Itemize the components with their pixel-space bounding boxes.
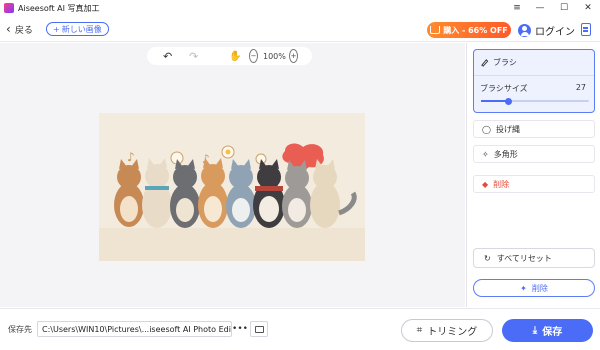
brush-size-label: ブラシサイズ <box>480 84 528 93</box>
zoom-in-icon[interactable]: + <box>289 49 298 63</box>
brush-size-slider[interactable] <box>481 97 589 105</box>
reset-all-label: すべてリセット <box>496 253 552 263</box>
cat-figure <box>253 159 285 228</box>
download-icon: ⤓ <box>532 325 538 336</box>
buy-button[interactable]: 購入 - 66% OFF <box>427 22 511 38</box>
folder-icon <box>254 325 264 333</box>
cat-figure <box>282 160 312 228</box>
redo-icon[interactable]: ↷ <box>189 49 198 63</box>
back-button[interactable]: ‹ 戻る <box>6 20 33 38</box>
save-path-field[interactable]: C:\Users\WIN10\Pictures\...iseesoft AI P… <box>37 321 232 337</box>
eraser-icon: ◆ <box>482 179 489 189</box>
remove-label: 削除 <box>531 283 548 293</box>
title-bar: Aiseesoft AI 写真加工 ≡ — ☐ ✕ <box>0 0 600 16</box>
canvas-area[interactable]: ↶ ↷ ✋ − 100% + ♪ ♪ <box>0 43 465 307</box>
document-icon[interactable] <box>581 23 591 36</box>
brush-icon <box>481 59 489 67</box>
cart-icon <box>430 26 441 34</box>
login-label: ログイン <box>535 26 575 38</box>
polygon-icon: ✧ <box>482 149 489 159</box>
music-note-icon: ♪ <box>127 150 135 164</box>
minimize-button[interactable]: — <box>528 0 552 16</box>
back-label: 戻る <box>14 25 33 36</box>
cat-figure <box>198 158 228 228</box>
close-button[interactable]: ✕ <box>576 0 600 16</box>
brush-label: ブラシ <box>493 58 517 67</box>
remove-button[interactable]: ✦ 削除 <box>473 279 595 297</box>
photo-preview[interactable]: ♪ ♪ <box>99 113 365 261</box>
polygon-tool[interactable]: ✧ 多角形 <box>473 145 595 163</box>
lasso-icon: ◯ <box>482 124 491 134</box>
bottom-bar: 保存先 C:\Users\WIN10\Pictures\...iseesoft … <box>0 308 600 350</box>
buy-label: 購入 - 66% OFF <box>443 25 508 35</box>
slider-handle[interactable] <box>504 97 512 105</box>
lasso-tool[interactable]: ◯ 投げ縄 <box>473 120 595 138</box>
lasso-label: 投げ縄 <box>495 124 520 134</box>
crop-label: トリミング <box>427 327 478 338</box>
cat-figure <box>170 159 200 228</box>
reset-all-button[interactable]: ↻ すべてリセット <box>473 248 595 268</box>
tool-panel: ブラシ ブラシサイズ 27 ◯ 投げ縄 ✧ 多角形 ◆ 削除 ↻ すべてリセット… <box>466 43 600 307</box>
app-logo-icon <box>4 3 14 13</box>
brush-size-value: 27 <box>575 83 586 92</box>
cat-figure <box>226 159 256 228</box>
crop-icon: ⌗ <box>416 325 423 336</box>
magic-wand-icon: ✦ <box>520 283 527 293</box>
window-title: Aiseesoft AI 写真加工 <box>18 3 100 13</box>
menu-button[interactable]: ≡ <box>505 0 529 16</box>
divider <box>474 75 594 76</box>
save-location-label: 保存先 <box>8 325 32 334</box>
undo-icon[interactable]: ↶ <box>163 49 172 63</box>
new-image-label: 新しい画像 <box>61 24 102 34</box>
slider-fill <box>481 100 508 102</box>
crop-button[interactable]: ⌗ トリミング <box>401 319 493 342</box>
zoom-level: 100% <box>263 51 286 61</box>
zoom-out-icon[interactable]: − <box>249 49 258 63</box>
top-toolbar: ‹ 戻る + 新しい画像 購入 - 66% OFF ログイン <box>0 16 600 42</box>
maximize-button[interactable]: ☐ <box>552 0 576 16</box>
open-folder-button[interactable] <box>250 321 268 337</box>
cat-figure <box>114 159 144 227</box>
chevron-left-icon: ‹ <box>6 22 11 36</box>
eraser-label: 削除 <box>493 179 510 189</box>
cat-figure <box>310 159 357 228</box>
save-button[interactable]: ⤓ 保存 <box>502 319 593 342</box>
eraser-tool[interactable]: ◆ 削除 <box>473 175 595 193</box>
login-button[interactable]: ログイン <box>518 22 575 38</box>
new-image-button[interactable]: + 新しい画像 <box>46 22 109 36</box>
polygon-label: 多角形 <box>493 149 518 159</box>
save-label: 保存 <box>542 327 563 338</box>
cats-illustration: ♪ ♪ <box>114 143 357 228</box>
plus-icon: + <box>53 24 60 34</box>
more-options-button[interactable]: ••• <box>232 321 248 337</box>
brush-tool-card[interactable]: ブラシ ブラシサイズ 27 <box>473 49 595 113</box>
brush-tool[interactable]: ブラシ <box>480 57 517 68</box>
hand-icon[interactable]: ✋ <box>229 49 241 63</box>
edit-toolbar: ↶ ↷ ✋ − 100% + <box>147 47 312 65</box>
refresh-icon: ↻ <box>484 253 491 263</box>
cat-figure <box>142 158 172 228</box>
user-icon <box>518 23 531 37</box>
